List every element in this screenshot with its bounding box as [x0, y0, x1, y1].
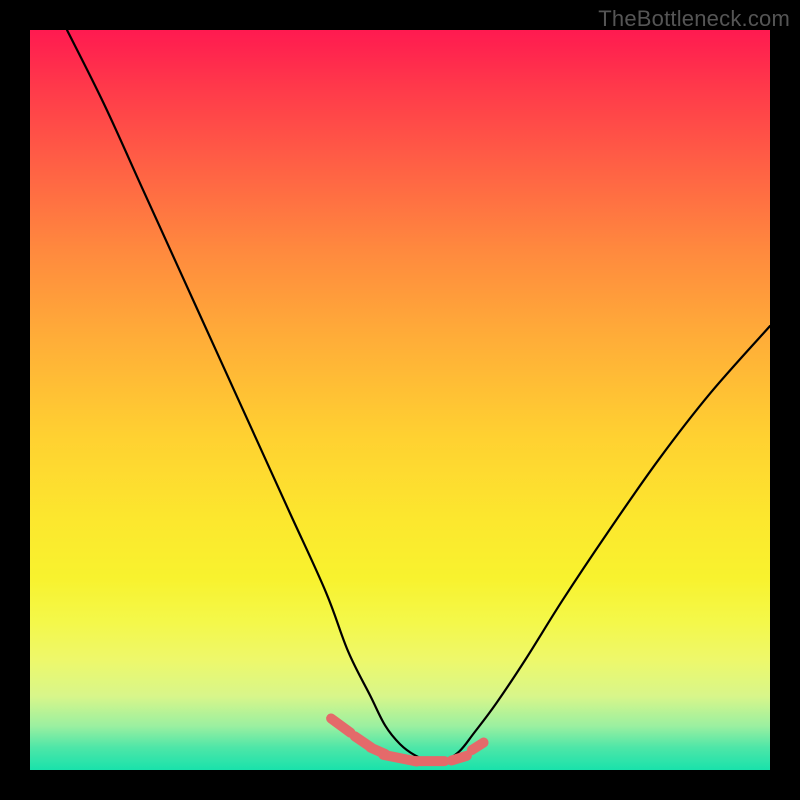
- curve-group: [67, 30, 770, 763]
- trough-dash-group: [331, 719, 483, 762]
- trough-dash: [452, 756, 467, 761]
- watermark-text: TheBottleneck.com: [598, 6, 790, 32]
- right-curve: [430, 326, 770, 763]
- plot-area: [30, 30, 770, 770]
- trough-dash: [331, 719, 350, 733]
- outer-frame: TheBottleneck.com: [0, 0, 800, 800]
- trough-dash: [472, 743, 484, 751]
- chart-svg: [30, 30, 770, 770]
- left-curve: [67, 30, 444, 763]
